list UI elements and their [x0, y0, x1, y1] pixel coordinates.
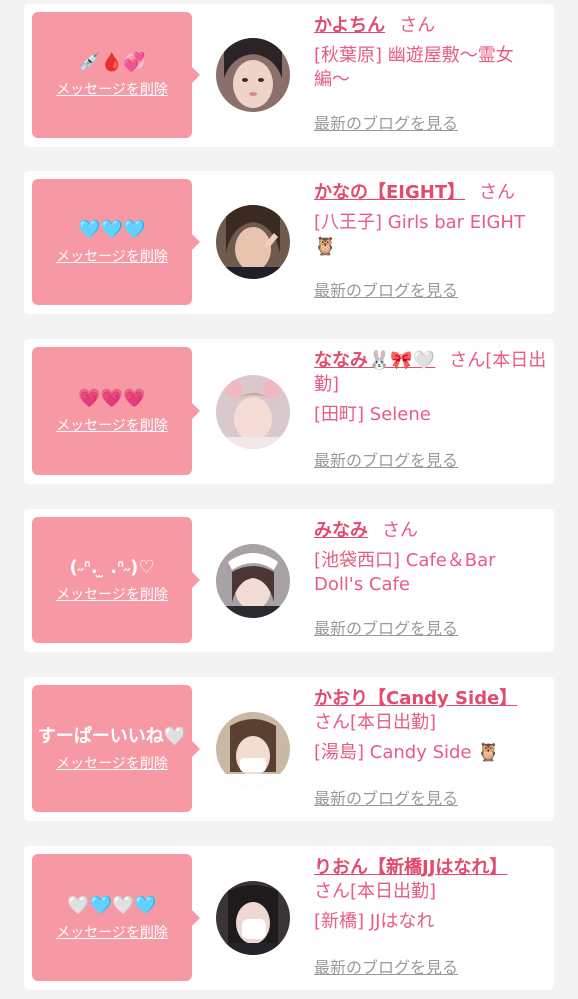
- message-bubble: すーぱーいいね🤍 メッセージを削除: [32, 685, 200, 812]
- shop-name: [新橋] JJはなれ: [314, 911, 435, 932]
- delete-message-link[interactable]: メッセージを削除: [56, 925, 168, 941]
- delete-message-link[interactable]: メッセージを削除: [56, 756, 168, 772]
- name-line: かよちん さん: [314, 14, 548, 38]
- message-text: 💗💗💗: [78, 388, 146, 409]
- message-bubble: (˶ᐢ. ̫ .ᐢ˶)♡ メッセージを削除: [32, 517, 200, 643]
- message-bubble: 🤍🩵🤍🩵 メッセージを削除: [32, 854, 200, 981]
- honorific: さん[本日出勤]: [314, 881, 437, 902]
- latest-blog-link[interactable]: 最新のブログを見る: [314, 451, 458, 471]
- list-item: 💗💗💗 メッセージを削除 ななみ🐰🎀🤍 さん[本日出勤] [田町] Selene …: [24, 339, 554, 484]
- message-text: すーぱーいいね🤍: [37, 725, 187, 747]
- honorific: さん: [479, 182, 516, 203]
- shop-name: [八王子] Girls bar EIGHT 🦉: [314, 212, 525, 257]
- card-info: みなみ さん [池袋西口] Cafe＆Bar Doll's Cafe: [314, 519, 548, 597]
- shop-name: [秋葉原] 幽遊屋敷〜霊女編〜: [314, 45, 514, 90]
- latest-blog-link[interactable]: 最新のブログを見る: [314, 789, 458, 809]
- message-text: (˶ᐢ. ̫ .ᐢ˶)♡: [69, 557, 155, 578]
- avatar[interactable]: [216, 712, 290, 786]
- cast-name-link[interactable]: かおり【Candy Side】: [314, 688, 517, 709]
- latest-blog-link[interactable]: 最新のブログを見る: [314, 958, 458, 978]
- message-bubble: 🩵🩵🩵 メッセージを削除: [32, 179, 200, 305]
- avatar[interactable]: [216, 375, 290, 449]
- list-item: 💉🩸💞 メッセージを削除 かよちん さん [秋葉原] 幽遊屋敷〜霊女編〜 最新のブ…: [24, 4, 554, 147]
- card-info: りおん【新橋JJはなれ】 さん[本日出勤] [新橋] JJはなれ: [314, 856, 548, 934]
- message-text: 🤍🩵🤍🩵: [67, 894, 157, 916]
- cast-name-link[interactable]: かよちん: [314, 15, 385, 36]
- cast-name-link[interactable]: みなみ: [314, 520, 368, 541]
- list-item: 🩵🩵🩵 メッセージを削除 かなの【EIGHT】 さん [八王子] Girls ba…: [24, 171, 554, 314]
- list-item: (˶ᐢ. ̫ .ᐢ˶)♡ メッセージを削除 みなみ さん [池袋西口] Cafe＆…: [24, 509, 554, 652]
- cast-name-link[interactable]: ななみ🐰🎀🤍: [314, 350, 435, 371]
- honorific: さん: [382, 520, 418, 541]
- delete-message-link[interactable]: メッセージを削除: [56, 418, 168, 434]
- latest-blog-link[interactable]: 最新のブログを見る: [314, 619, 458, 639]
- name-line: かなの【EIGHT】 さん: [314, 181, 548, 205]
- cast-name-link[interactable]: りおん【新橋JJはなれ】: [314, 857, 507, 878]
- avatar[interactable]: [216, 544, 290, 618]
- cast-name-link[interactable]: かなの【EIGHT】: [314, 182, 465, 203]
- honorific: さん: [399, 15, 436, 36]
- list-item: すーぱーいいね🤍 メッセージを削除 かおり【Candy Side】 さん[本日出勤…: [24, 677, 554, 821]
- delete-message-link[interactable]: メッセージを削除: [56, 587, 168, 603]
- card-info: かおり【Candy Side】 さん[本日出勤] [湯島] Candy Side …: [314, 687, 548, 765]
- latest-blog-link[interactable]: 最新のブログを見る: [314, 114, 458, 134]
- name-line: かおり【Candy Side】 さん[本日出勤]: [314, 687, 548, 735]
- shop-name: [池袋西口] Cafe＆Bar Doll's Cafe: [314, 550, 496, 595]
- name-line: ななみ🐰🎀🤍 さん[本日出勤]: [314, 349, 548, 397]
- message-text: 🩵🩵🩵: [78, 219, 146, 240]
- avatar[interactable]: [216, 38, 290, 112]
- message-bubble: 💗💗💗 メッセージを削除: [32, 347, 200, 475]
- list-item: 🤍🩵🤍🩵 メッセージを削除 りおん【新橋JJはなれ】 さん[本日出勤] [新橋] …: [24, 846, 554, 990]
- message-text: 💉🩸💞: [78, 52, 146, 73]
- delete-message-link[interactable]: メッセージを削除: [56, 249, 168, 265]
- name-line: みなみ さん: [314, 519, 548, 543]
- shop-name: [田町] Selene: [314, 404, 431, 425]
- delete-message-link[interactable]: メッセージを削除: [56, 82, 168, 98]
- avatar[interactable]: [216, 205, 290, 279]
- shop-name: [湯島] Candy Side 🦉: [314, 742, 500, 763]
- message-list: 💉🩸💞 メッセージを削除 かよちん さん [秋葉原] 幽遊屋敷〜霊女編〜 最新のブ…: [0, 0, 578, 999]
- message-bubble: 💉🩸💞 メッセージを削除: [32, 12, 200, 138]
- card-info: かよちん さん [秋葉原] 幽遊屋敷〜霊女編〜: [314, 14, 548, 92]
- card-info: ななみ🐰🎀🤍 さん[本日出勤] [田町] Selene: [314, 349, 548, 427]
- honorific: さん[本日出勤]: [314, 712, 437, 733]
- card-info: かなの【EIGHT】 さん [八王子] Girls bar EIGHT 🦉: [314, 181, 548, 259]
- avatar[interactable]: [216, 881, 290, 955]
- name-line: りおん【新橋JJはなれ】 さん[本日出勤]: [314, 856, 548, 904]
- latest-blog-link[interactable]: 最新のブログを見る: [314, 281, 458, 301]
